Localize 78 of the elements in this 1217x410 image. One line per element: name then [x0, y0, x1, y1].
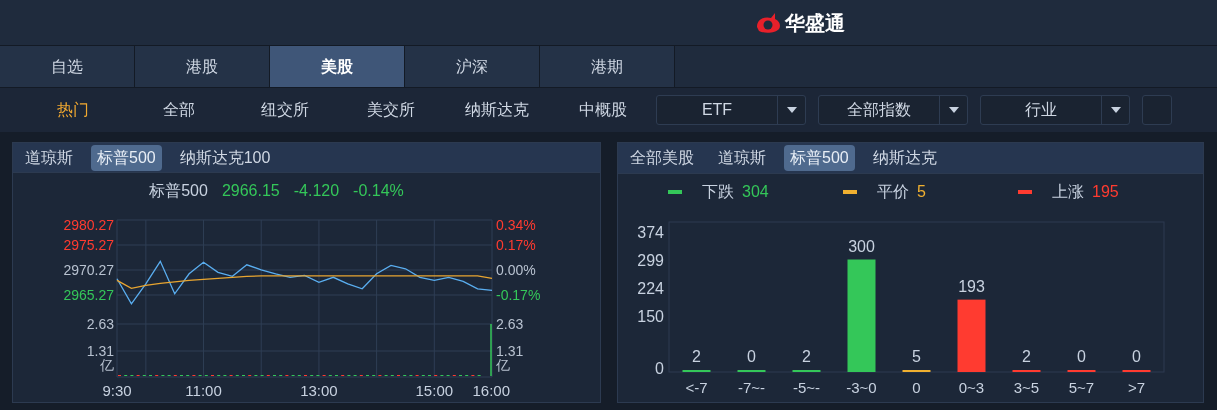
dropdown[interactable]: 全部指数	[818, 95, 968, 125]
bar-value-label: 0	[1132, 348, 1141, 365]
y-axis-label: 150	[637, 307, 664, 325]
category-tab[interactable]: 全部	[126, 98, 232, 122]
time-axis-label: 11:00	[185, 382, 222, 399]
index-tab[interactable]: 纳斯达克100	[173, 144, 277, 171]
volume-axis-label: 2.63	[86, 316, 114, 332]
bar-value-label: 2	[1022, 348, 1031, 365]
bar-value-label: 5	[912, 348, 921, 365]
x-axis-label: -7~-	[737, 379, 766, 396]
time-axis-label: 16:00	[472, 382, 510, 399]
percent-axis-label: 0.34%	[496, 217, 536, 233]
market-tab[interactable]: 沪深	[405, 46, 540, 87]
index-name: 标普500	[149, 180, 208, 201]
x-axis-label: 0~3	[958, 379, 985, 396]
legend-label: 上涨	[1052, 182, 1084, 202]
legend-label: 平价	[877, 182, 909, 202]
index-tab[interactable]: 道琼斯	[712, 145, 772, 171]
x-axis-label: <-7	[685, 379, 708, 396]
price-axis-label: 2980.27	[63, 217, 114, 233]
legend-count: 304	[742, 182, 769, 202]
category-tab[interactable]: 纽交所	[232, 98, 338, 122]
index-tab[interactable]: 纳斯达克	[866, 145, 943, 171]
y-axis-label: 299	[637, 251, 664, 269]
time-axis-label: 15:00	[415, 382, 454, 399]
legend-count: 195	[1092, 182, 1119, 202]
volume-axis-label: 1.31	[496, 343, 524, 359]
percent-axis-label: 0.00%	[496, 262, 536, 278]
category-tab[interactable]: 中概股	[550, 98, 656, 122]
y-axis-label: 0	[655, 360, 664, 377]
volume-axis-label: 亿	[496, 357, 510, 373]
caret-icon	[1110, 107, 1121, 113]
bar-value-label: 2	[692, 348, 701, 365]
volume-axis-label: 2.63	[496, 316, 524, 332]
bar-value-label: 0	[1077, 348, 1086, 365]
logo-text: 华盛通	[784, 10, 845, 36]
volume-axis-label: 亿	[100, 357, 114, 373]
x-axis-label: 3~5	[1013, 379, 1040, 396]
index-change-percent: -0.14%	[353, 180, 404, 201]
category-tab[interactable]: 美交所	[338, 98, 444, 122]
volume-axis-label: 1.31	[86, 343, 114, 359]
bar-value-label: 2	[802, 348, 811, 365]
index-change: -4.120	[293, 180, 340, 201]
index-tab[interactable]: 标普500	[91, 144, 162, 171]
caret-icon	[948, 107, 959, 113]
index-price: 2966.15	[221, 180, 280, 201]
index-tab[interactable]: 标普500	[784, 145, 855, 171]
x-axis-label: -3~0	[846, 379, 877, 396]
y-axis-label: 224	[637, 280, 664, 297]
market-tab[interactable]: 自选	[0, 46, 135, 87]
dropdown[interactable]	[1142, 95, 1172, 125]
time-axis-label: 13:00	[300, 382, 338, 399]
time-axis-label: 9:30	[102, 382, 132, 399]
y-axis-label: 374	[637, 223, 664, 241]
dropdown[interactable]: ETF	[656, 95, 806, 125]
price-axis-label: 2965.27	[63, 287, 114, 303]
bar-value-label: 193	[958, 277, 985, 295]
category-tab[interactable]: 纳斯达克	[444, 98, 550, 122]
bar-value-label: 300	[848, 237, 875, 255]
index-tab[interactable]: 全部美股	[624, 145, 700, 171]
x-axis-label: >7	[1127, 379, 1146, 396]
percent-axis-label: 0.17%	[496, 237, 536, 253]
x-axis-label: -5~-	[792, 379, 821, 396]
market-tab[interactable]: 美股	[270, 46, 405, 87]
category-tab[interactable]: 热门	[20, 98, 126, 122]
market-tab[interactable]: 港期	[540, 46, 675, 87]
legend-label: 下跌	[702, 182, 734, 202]
caret-icon	[786, 107, 797, 113]
dropdown[interactable]: 行业	[980, 95, 1130, 125]
price-axis-label: 2970.27	[63, 262, 114, 278]
index-tab[interactable]: 道琼斯	[19, 144, 79, 171]
price-axis-label: 2975.27	[63, 237, 114, 253]
legend-count: 5	[917, 182, 926, 202]
market-tab[interactable]: 港股	[135, 46, 270, 87]
x-axis-label: 5~7	[1068, 379, 1095, 396]
percent-axis-label: -0.17%	[496, 287, 541, 303]
bar-value-label: 0	[747, 348, 756, 365]
x-axis-label: 0	[912, 379, 921, 396]
